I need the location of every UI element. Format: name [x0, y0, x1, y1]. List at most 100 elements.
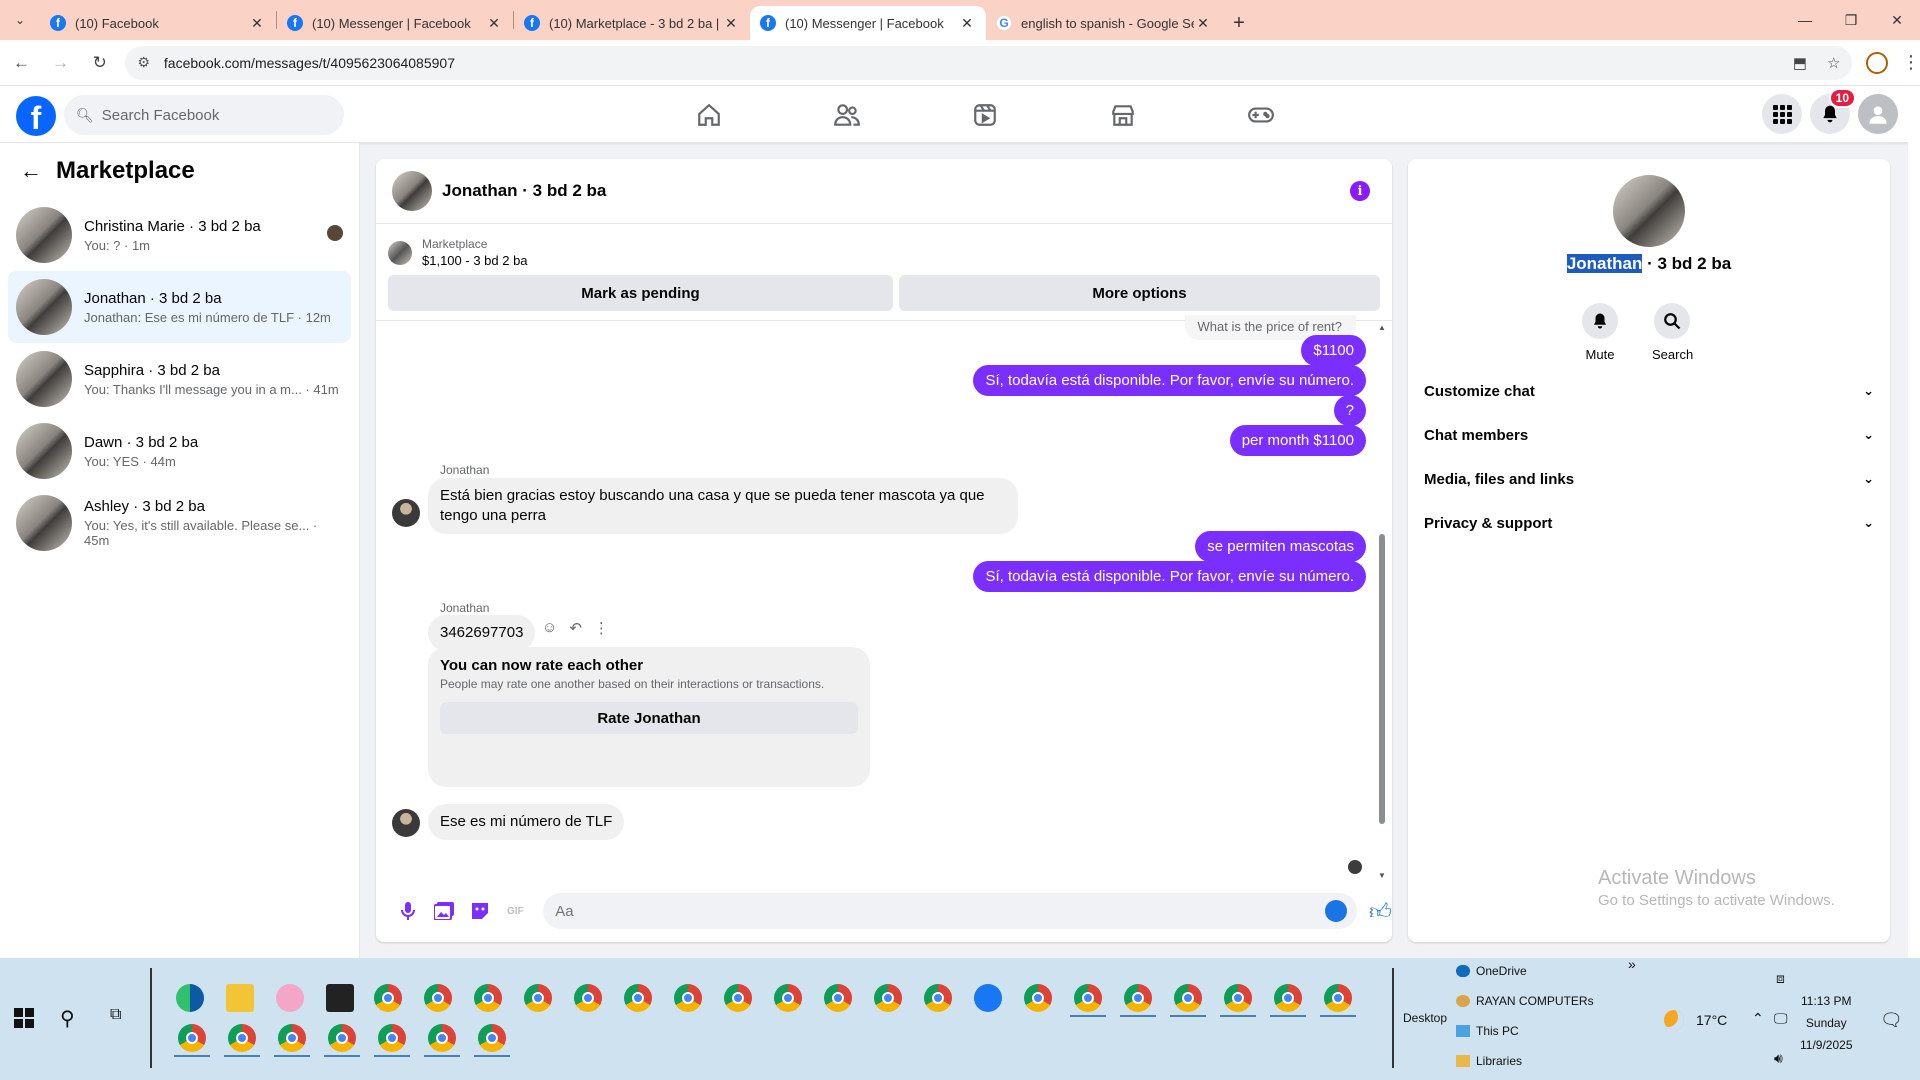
chrome-icon[interactable]: [1170, 984, 1206, 1017]
chrome-icon[interactable]: [574, 984, 602, 1012]
conversation-item[interactable]: Dawn · 3 bd 2 ba You: YES · 44m: [8, 415, 351, 487]
video-icon[interactable]: [916, 86, 1054, 143]
sticky-notes-icon[interactable]: [326, 984, 354, 1012]
facebook-search-input[interactable]: 🔍︎ Search Facebook: [64, 95, 344, 135]
address-bar[interactable]: ⚙ facebook.com/messages/t/40956230640859…: [125, 45, 1853, 80]
browser-tab-5[interactable]: G english to spanish - Google Sea ✕: [986, 6, 1222, 40]
tab-close-icon[interactable]: ✕: [722, 15, 740, 32]
chrome-icon[interactable]: [674, 984, 702, 1012]
new-tab-button[interactable]: +: [1222, 6, 1256, 40]
message-scrollbar[interactable]: ▲ ▼: [1378, 323, 1386, 880]
search-in-conversation-button[interactable]: Search: [1652, 303, 1693, 362]
install-app-icon[interactable]: ⬒: [1793, 54, 1807, 72]
mute-button[interactable]: Mute: [1580, 303, 1620, 362]
task-view-icon[interactable]: ⧉: [110, 1006, 121, 1024]
reload-icon[interactable]: ↻: [82, 45, 117, 81]
taskbar-clock[interactable]: 11:13 PM Sunday 11/9/2025: [1800, 990, 1853, 1056]
volume-icon[interactable]: 🔊︎: [1774, 1050, 1783, 1067]
conversation-item[interactable]: Ashley · 3 bd 2 ba You: Yes, it's still …: [8, 487, 351, 559]
chrome-icon[interactable]: [1120, 984, 1156, 1017]
emoji-picker-icon[interactable]: [1325, 900, 1347, 922]
facebook-app-icon[interactable]: [974, 984, 1002, 1012]
photo-gallery-icon[interactable]: [426, 902, 462, 920]
chrome-icon[interactable]: [824, 984, 852, 1012]
file-explorer-icon[interactable]: [226, 984, 254, 1012]
onedrive-item[interactable]: OneDrive: [1456, 964, 1527, 978]
back-arrow-icon[interactable]: ←: [20, 158, 42, 184]
weather-widget[interactable]: 17°C: [1664, 1010, 1727, 1030]
chrome-icon[interactable]: [924, 984, 952, 1012]
browser-tab-2[interactable]: f (10) Messenger | Facebook ✕: [277, 6, 513, 40]
chrome-icon[interactable]: [374, 984, 402, 1012]
details-avatar[interactable]: [1613, 175, 1685, 247]
sticker-icon[interactable]: [462, 901, 498, 921]
network-icon[interactable]: 🖵︎: [1774, 1010, 1788, 1027]
conversation-item[interactable]: Christina Marie · 3 bd 2 ba You: ? · 1m: [8, 199, 351, 271]
outgoing-message[interactable]: ?: [1333, 395, 1366, 426]
chrome-icon[interactable]: [1320, 984, 1356, 1017]
outgoing-message[interactable]: per month $1100: [1229, 425, 1366, 456]
tab-search-chevron-icon[interactable]: ⌄: [0, 0, 40, 40]
browser-profile-icon[interactable]: [1866, 51, 1888, 74]
contact-avatar[interactable]: [392, 809, 420, 837]
reply-icon[interactable]: ↶: [569, 619, 582, 637]
chrome-icon[interactable]: [724, 984, 752, 1012]
chat-title[interactable]: Jonathan · 3 bd 2 ba: [442, 181, 606, 201]
browser-menu-icon[interactable]: ⋮: [1902, 52, 1920, 73]
close-window-icon[interactable]: ✕: [1874, 0, 1920, 40]
windows-start-icon[interactable]: [14, 1008, 34, 1028]
tab-close-icon[interactable]: ✕: [958, 15, 976, 32]
account-avatar-icon[interactable]: [1858, 94, 1898, 134]
outgoing-message[interactable]: Sí, todavía está disponible. Por favor, …: [973, 365, 1366, 396]
scrollbar-thumb[interactable]: [1379, 534, 1385, 824]
chrome-icon[interactable]: [474, 984, 502, 1012]
url-text[interactable]: facebook.com/messages/t/4095623064085907: [164, 55, 1773, 71]
outgoing-message[interactable]: se permiten mascotas: [1195, 531, 1366, 562]
home-icon[interactable]: [640, 86, 778, 143]
incoming-message-phone[interactable]: 3462697703: [428, 615, 536, 651]
libraries-item[interactable]: Libraries: [1456, 1054, 1522, 1068]
scroll-up-arrow-icon[interactable]: ▲: [1378, 323, 1386, 332]
chrome-icon[interactable]: [324, 1024, 360, 1057]
paint-app-icon[interactable]: [276, 984, 304, 1012]
tab-close-icon[interactable]: ✕: [485, 15, 503, 32]
this-pc-item[interactable]: This PC: [1456, 1024, 1519, 1038]
message-thread[interactable]: What is the price of rent? $1100 Sí, tod…: [376, 315, 1392, 880]
browser-tab-4-active[interactable]: f (10) Messenger | Facebook ✕: [750, 6, 986, 40]
chrome-icon[interactable]: [174, 1024, 210, 1057]
chrome-icon[interactable]: [224, 1024, 260, 1057]
more-options-button[interactable]: More options: [898, 275, 1380, 311]
media-files-links-section[interactable]: Media, files and links ⌄: [1408, 457, 1890, 501]
tab-close-icon[interactable]: ✕: [1194, 15, 1212, 32]
chrome-icon[interactable]: [274, 1024, 310, 1057]
chrome-icon[interactable]: [874, 984, 902, 1012]
privacy-support-section[interactable]: Privacy & support ⌄: [1408, 501, 1890, 545]
restore-icon[interactable]: ❐: [1828, 0, 1874, 40]
outgoing-message[interactable]: Sí, todavía está disponible. Por favor, …: [973, 561, 1366, 592]
chrome-icon[interactable]: [624, 984, 652, 1012]
friends-icon[interactable]: [778, 86, 916, 143]
chrome-icon[interactable]: [424, 984, 452, 1012]
taskbar-search-icon[interactable]: ⚲: [60, 1006, 75, 1031]
chrome-icon[interactable]: [1270, 984, 1306, 1017]
browser-tab-3[interactable]: f (10) Marketplace - 3 bd 2 ba | F ✕: [514, 6, 750, 40]
notifications-bell-icon[interactable]: 10: [1810, 88, 1856, 134]
tab-close-icon[interactable]: ✕: [248, 15, 266, 32]
chat-members-section[interactable]: Chat members ⌄: [1408, 413, 1890, 457]
outgoing-message[interactable]: $1100: [1301, 335, 1366, 366]
listing-summary[interactable]: Marketplace $1,100 - 3 bd 2 ba: [376, 224, 1392, 272]
gaming-icon[interactable]: [1192, 86, 1330, 143]
back-arrow-icon[interactable]: ←: [4, 45, 39, 81]
bookmark-star-icon[interactable]: ☆: [1827, 54, 1840, 72]
page-scrollbar[interactable]: [1908, 86, 1920, 958]
more-vertical-icon[interactable]: ⋮: [594, 619, 609, 637]
chrome-icon[interactable]: [474, 1024, 510, 1057]
chrome-icon[interactable]: [1220, 984, 1256, 1017]
gif-icon[interactable]: GIF: [497, 906, 533, 917]
incoming-message[interactable]: Está bien gracias estoy buscando una cas…: [428, 478, 1018, 534]
conversation-item[interactable]: Sapphira · 3 bd 2 ba You: Thanks I'll me…: [8, 343, 351, 415]
scroll-down-arrow-icon[interactable]: ▼: [1378, 871, 1386, 880]
contact-avatar[interactable]: [392, 499, 420, 527]
rate-jonathan-button[interactable]: Rate Jonathan: [440, 702, 858, 734]
expand-toolbar-icon[interactable]: »: [1628, 956, 1636, 972]
